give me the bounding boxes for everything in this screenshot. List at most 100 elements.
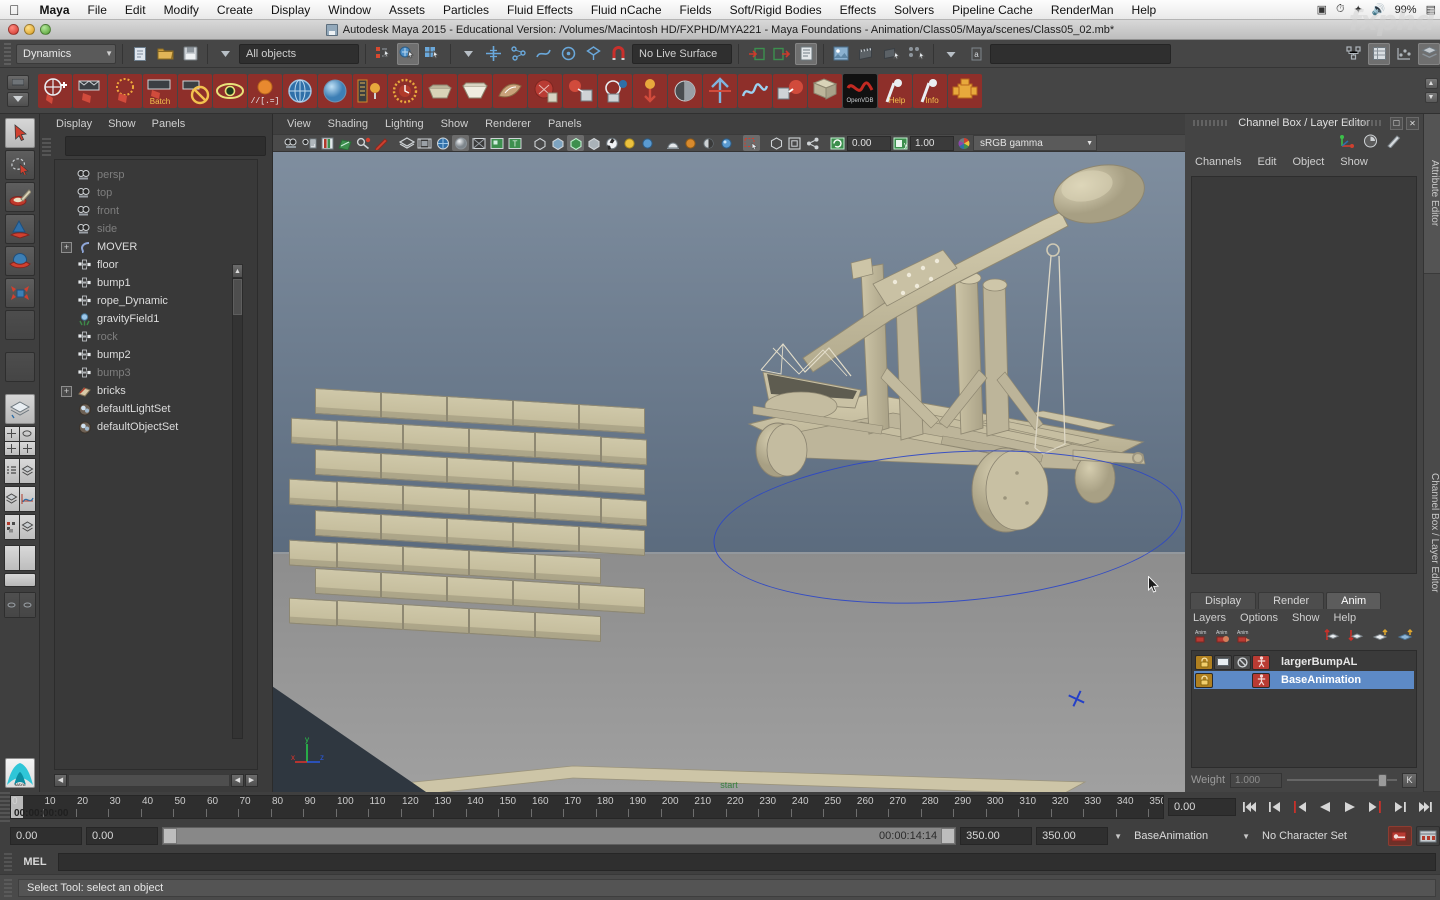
outliner-tree[interactable]: persp top front side + MOVER floor bump1 rope_Dy… bbox=[54, 159, 258, 770]
render-view-button[interactable] bbox=[905, 43, 927, 65]
anim-layer-row[interactable]: largerBumpAL bbox=[1194, 653, 1414, 671]
shelf-turbulence-field-icon[interactable] bbox=[738, 73, 772, 108]
animation-preferences-button[interactable] bbox=[1416, 826, 1440, 846]
outliner-item-front[interactable]: front bbox=[55, 202, 257, 220]
solo-icon[interactable] bbox=[1252, 654, 1270, 670]
outliner-item-side[interactable]: side bbox=[55, 220, 257, 238]
outliner-item-bump2[interactable]: bump2 bbox=[55, 346, 257, 364]
panel-close-button[interactable]: ✕ bbox=[1406, 116, 1419, 130]
depth-of-field-icon[interactable] bbox=[718, 135, 735, 151]
shelf-openvdb-icon[interactable]: OpenVDB bbox=[843, 73, 877, 108]
play-forwards-button[interactable] bbox=[1339, 797, 1361, 817]
move-layer-up-icon[interactable] bbox=[1324, 628, 1341, 646]
panel-gripper-right[interactable] bbox=[1347, 120, 1383, 126]
open-scene-button[interactable] bbox=[154, 43, 176, 65]
component-mask-dropdown[interactable] bbox=[457, 43, 479, 65]
outliner-scroll-right-button-2[interactable]: ▶ bbox=[245, 773, 258, 787]
menu-item-fields[interactable]: Fields bbox=[671, 3, 721, 17]
new-scene-button[interactable] bbox=[129, 43, 151, 65]
snap-to-curve-button[interactable] bbox=[507, 43, 529, 65]
select-by-object-type-button[interactable] bbox=[397, 42, 419, 65]
snap-to-view-planes-button[interactable] bbox=[582, 43, 604, 65]
gamma-value-field[interactable]: 1.00 bbox=[910, 135, 954, 151]
command-line-gripper[interactable] bbox=[4, 853, 12, 871]
shelf-show-batch-render-icon[interactable] bbox=[213, 73, 247, 108]
character-set-selector[interactable]: No Character Set bbox=[1256, 827, 1384, 845]
outliner-menu-display[interactable]: Display bbox=[56, 118, 92, 130]
two-pane-stacked-layout-button[interactable] bbox=[3, 573, 36, 587]
command-input-field[interactable] bbox=[58, 853, 1436, 871]
range-end-field[interactable]: 0.00 bbox=[86, 827, 158, 845]
menu-item-fluid-effects[interactable]: Fluid Effects bbox=[498, 3, 582, 17]
shelf-radial-field-icon[interactable] bbox=[668, 73, 702, 108]
outliner-scrollbar-thumb[interactable] bbox=[233, 279, 242, 315]
select-by-component-type-button[interactable] bbox=[422, 43, 444, 65]
xray-joints-icon[interactable] bbox=[549, 135, 566, 151]
padlock-icon[interactable] bbox=[1195, 654, 1213, 670]
step-back-frame-button[interactable] bbox=[1289, 797, 1311, 817]
shelf-tab-switcher[interactable] bbox=[0, 69, 36, 113]
side-tab-channel-box[interactable]: Channel Box / Layer Editor bbox=[1424, 274, 1440, 792]
go-to-end-button[interactable] bbox=[1414, 797, 1436, 817]
shelf-create-nparticle-icon[interactable] bbox=[283, 73, 317, 108]
snap-to-grid-button[interactable] bbox=[482, 43, 504, 65]
display-no-texture-icon[interactable] bbox=[786, 135, 803, 151]
render-settings-button[interactable] bbox=[880, 43, 902, 65]
single-perspective-layout-button[interactable] bbox=[4, 394, 35, 424]
apple-logo-icon[interactable]:  bbox=[0, 3, 31, 17]
smooth-shade-all-icon[interactable] bbox=[434, 135, 451, 151]
menu-item-modify[interactable]: Modify bbox=[155, 3, 208, 17]
menu-item-maya[interactable]: Maya bbox=[31, 3, 79, 17]
select-by-hierarchy-button[interactable] bbox=[372, 43, 394, 65]
shelf-scroll-controls[interactable]: ▲ ▼ bbox=[1424, 71, 1440, 111]
tab-anim-layers[interactable]: Anim bbox=[1326, 592, 1382, 609]
visible-icon[interactable] bbox=[1214, 654, 1232, 670]
outliner-persp-layout-button[interactable] bbox=[3, 458, 36, 484]
render-current-frame-button[interactable] bbox=[830, 43, 852, 65]
shelf-create-emitter-volume-icon[interactable] bbox=[423, 73, 457, 108]
shadows-icon[interactable] bbox=[488, 135, 505, 151]
set-layer-key-selected-icon[interactable] bbox=[1397, 628, 1415, 646]
menu-item-file[interactable]: File bbox=[79, 3, 116, 17]
outliner-item-floor[interactable]: floor bbox=[55, 256, 257, 274]
menu-item-create[interactable]: Create bbox=[208, 3, 262, 17]
outliner-item-bump1[interactable]: bump1 bbox=[55, 274, 257, 292]
outliner-item-defaultObjectSet[interactable]: defaultObjectSet bbox=[55, 418, 257, 436]
persp-graph-layout-button[interactable] bbox=[3, 486, 36, 512]
tab-display-layers[interactable]: Display bbox=[1190, 592, 1257, 609]
snap-to-point-button[interactable] bbox=[532, 43, 554, 65]
expand-toggle-bricks[interactable]: + bbox=[61, 385, 72, 397]
toggle-layer-editor-button[interactable] bbox=[1418, 42, 1440, 65]
solo-icon[interactable] bbox=[1252, 672, 1270, 688]
lighting-default-icon[interactable] bbox=[585, 135, 602, 151]
film-gate-icon[interactable] bbox=[416, 135, 433, 151]
lasso-tool-button[interactable] bbox=[4, 150, 35, 180]
step-forward-key-button[interactable] bbox=[1389, 797, 1411, 817]
range-left-handle[interactable] bbox=[163, 828, 177, 844]
select-camera-icon[interactable] bbox=[283, 135, 300, 151]
shelf-scroll-up-icon[interactable]: ▲ bbox=[1424, 78, 1438, 89]
scale-tool-button[interactable] bbox=[4, 278, 35, 308]
toggle-graph-editor-button[interactable] bbox=[1393, 43, 1415, 65]
tool-slot-empty[interactable] bbox=[4, 352, 35, 382]
use-all-lights-icon[interactable] bbox=[470, 135, 487, 151]
character-set-dropdown-icon[interactable]: ▼ bbox=[1240, 832, 1252, 841]
multisample-icon[interactable] bbox=[700, 135, 717, 151]
two-pane-side-layout-button[interactable] bbox=[3, 545, 36, 571]
create-empty-anim-layer-icon[interactable]: Anim bbox=[1193, 628, 1210, 646]
shelf-volume-emitter-icon[interactable] bbox=[458, 73, 492, 108]
outliner-item-top[interactable]: top bbox=[55, 184, 257, 202]
menu-set-selector[interactable]: Dynamics ▼ bbox=[16, 43, 116, 64]
exposure-value-field[interactable]: 0.00 bbox=[847, 135, 891, 151]
hardware-texturing-icon[interactable] bbox=[603, 135, 620, 151]
menu-item-assets[interactable]: Assets bbox=[380, 3, 434, 17]
range-start-field[interactable]: 0.00 bbox=[10, 827, 82, 845]
outliner-item-rope_Dynamic[interactable]: rope_Dynamic bbox=[55, 292, 257, 310]
saved-layout-1[interactable] bbox=[4, 593, 19, 617]
outliner-hscrollbar-thumb[interactable] bbox=[68, 773, 230, 787]
menu-item-edit[interactable]: Edit bbox=[116, 3, 155, 17]
outliner-search-input[interactable] bbox=[65, 136, 266, 156]
help-line-gripper[interactable] bbox=[4, 878, 12, 897]
xray-icon[interactable] bbox=[531, 135, 548, 151]
shelf-info-icon[interactable]: Info bbox=[913, 73, 947, 108]
